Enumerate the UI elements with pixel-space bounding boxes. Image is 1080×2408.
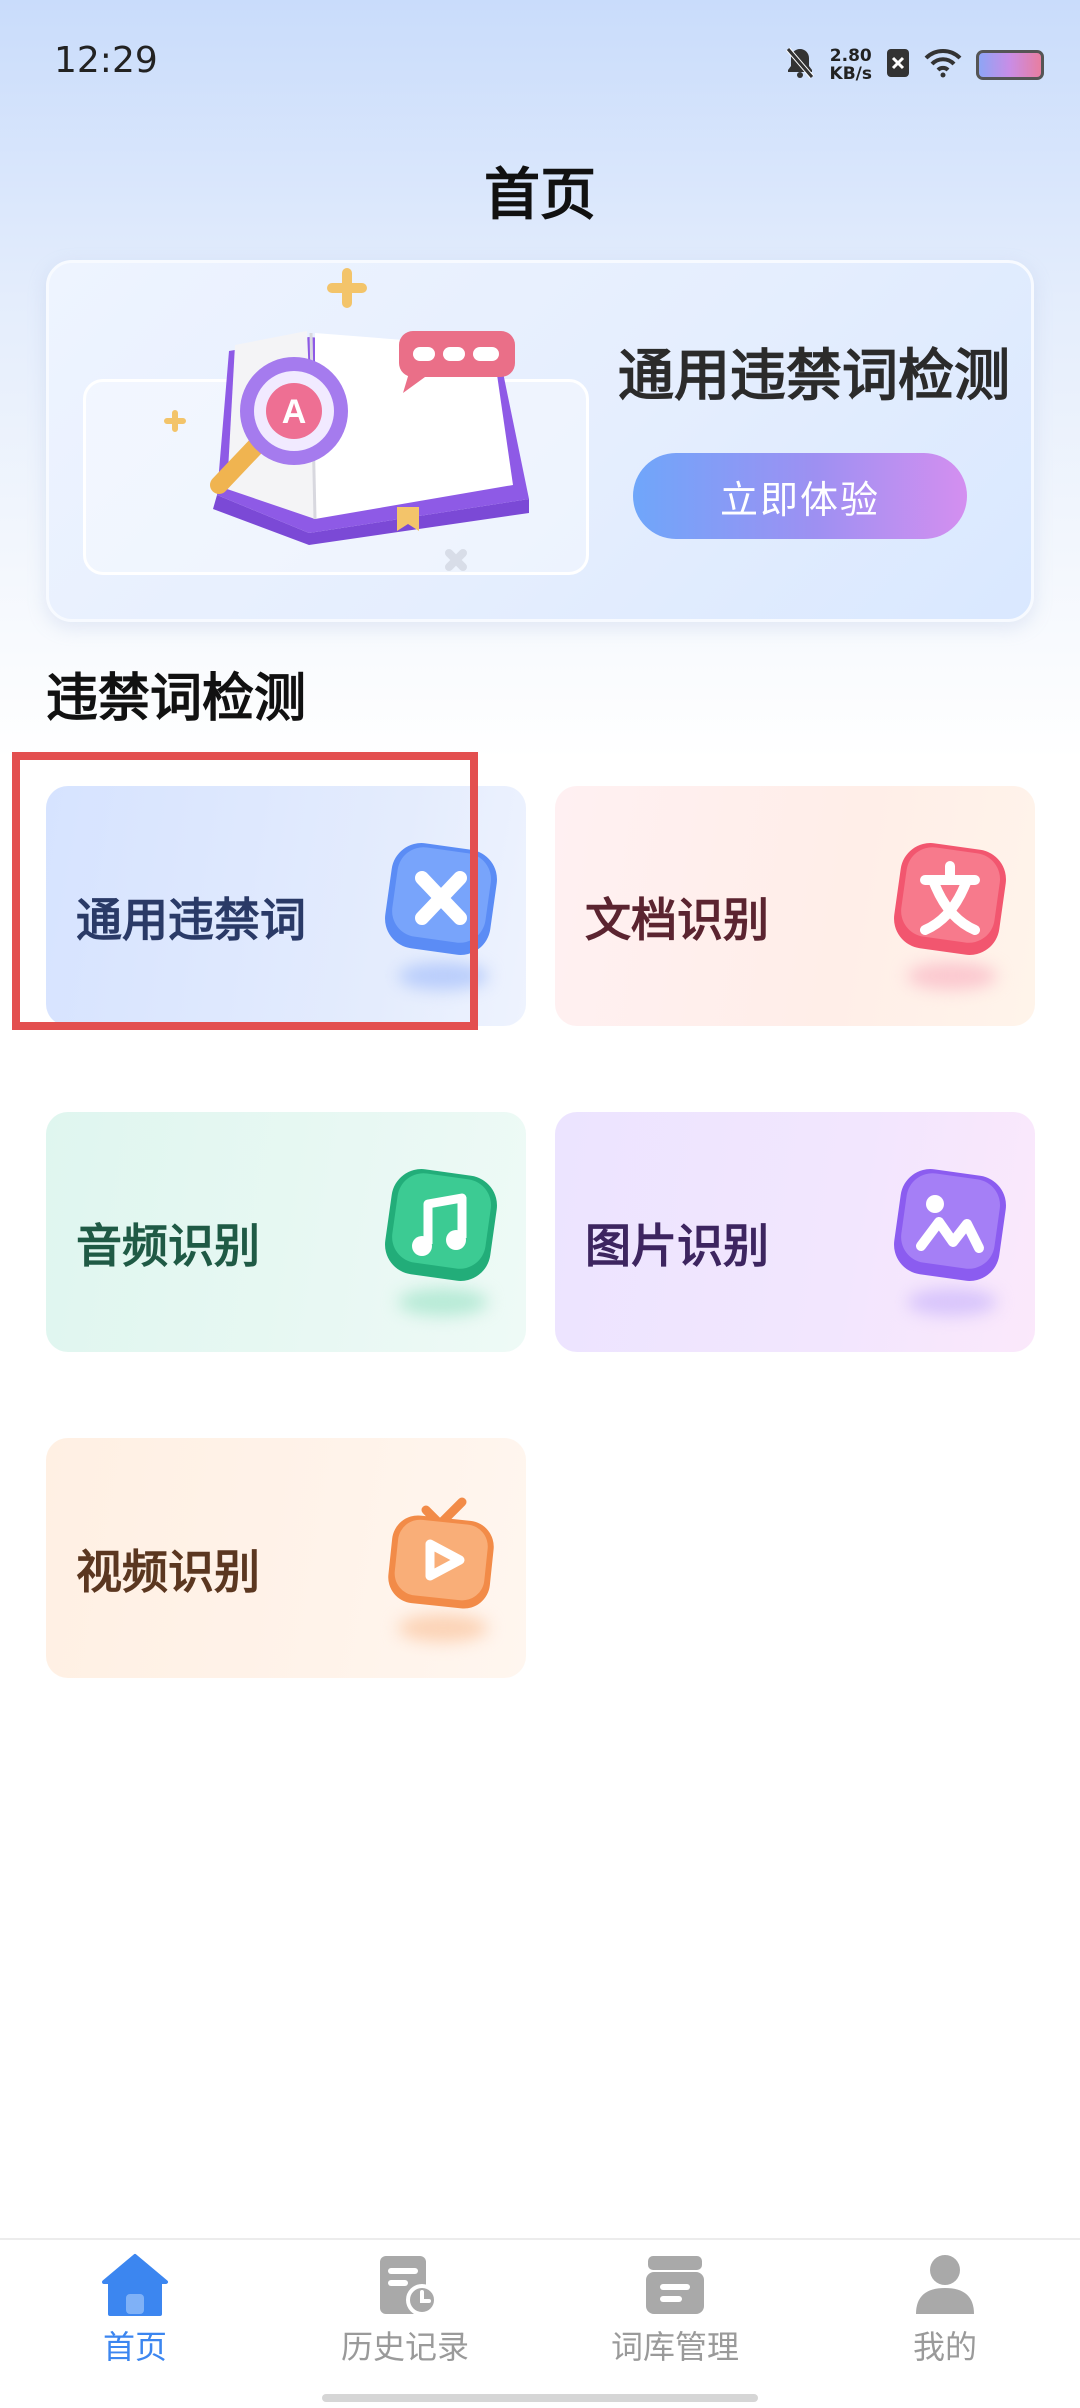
- tab-label: 历史记录: [340, 2328, 469, 2366]
- svg-text:A: A: [282, 393, 307, 431]
- tab-history[interactable]: 历史记录: [305, 2252, 505, 2382]
- music-note-icon: [382, 1166, 500, 1284]
- mute-bell-icon: [784, 46, 816, 84]
- wifi-icon: [924, 48, 962, 82]
- highlight-box: [12, 752, 478, 1030]
- tab-label: 词库管理: [610, 2328, 739, 2366]
- image-recognition-card[interactable]: 图片识别: [555, 1112, 1035, 1352]
- card-icon-shadow: [907, 962, 997, 990]
- status-icons: 2.80 KB/s: [784, 40, 1044, 90]
- home-icon: [102, 2254, 168, 2316]
- image-icon: [891, 1166, 1009, 1284]
- tv-play-icon: [382, 1492, 500, 1610]
- section-title: 违禁词检测: [46, 669, 307, 729]
- profile-icon: [916, 2255, 974, 2314]
- card-label: 视频识别: [76, 1545, 260, 1599]
- wen-character-icon: [891, 840, 1009, 958]
- card-icon-shadow: [398, 1614, 488, 1642]
- card-label: 图片识别: [585, 1219, 769, 1273]
- banner-title: 通用违禁词检测: [618, 344, 1010, 409]
- page-title: 首页: [484, 163, 596, 228]
- no-sim-icon: [886, 48, 910, 82]
- net-speed-unit: KB/s: [829, 64, 872, 84]
- status-bar: 12:29 2.80 KB/s: [0, 0, 1080, 120]
- card-label: 文档识别: [585, 893, 769, 947]
- try-now-button[interactable]: 立即体验: [633, 453, 967, 539]
- battery-icon: [976, 50, 1044, 80]
- status-time: 12:29: [54, 40, 158, 81]
- net-speed: 2.80 KB/s: [830, 47, 872, 83]
- home-indicator[interactable]: [322, 2394, 758, 2402]
- audio-recognition-card[interactable]: 音频识别: [46, 1112, 526, 1352]
- tab-home[interactable]: 首页: [35, 2252, 235, 2382]
- history-icon: [380, 2256, 438, 2316]
- library-icon: [646, 2256, 704, 2314]
- net-speed-value: 2.80: [829, 46, 872, 66]
- tab-library[interactable]: 词库管理: [575, 2252, 775, 2382]
- card-icon-shadow: [398, 1288, 488, 1316]
- tab-label: 首页: [102, 2328, 167, 2366]
- document-recognition-card[interactable]: 文档识别: [555, 786, 1035, 1026]
- bottom-tab-bar: 首页 历史记录 词库管理 我的: [0, 2238, 1080, 2408]
- tab-label: 我的: [912, 2328, 977, 2366]
- video-recognition-card[interactable]: 视频识别: [46, 1438, 526, 1678]
- card-icon-shadow: [907, 1288, 997, 1316]
- tab-mine[interactable]: 我的: [845, 2252, 1045, 2382]
- banner-card[interactable]: A 通用违禁词检测 立即体验: [46, 260, 1034, 622]
- card-label: 音频识别: [76, 1219, 260, 1273]
- book-magnifier-illustration: A: [109, 263, 589, 619]
